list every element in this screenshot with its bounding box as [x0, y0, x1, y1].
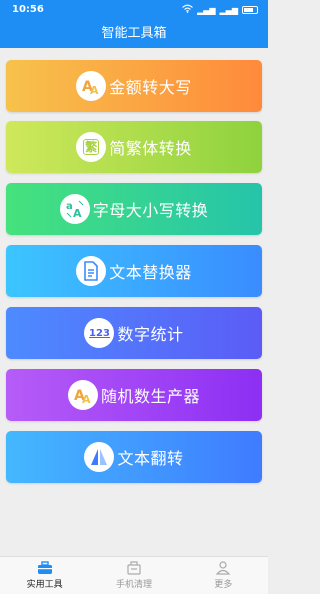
- tool-label: 简繁体转换: [109, 139, 192, 158]
- bottom-tab-bar: 实用工具 手机清理 更多: [0, 556, 268, 594]
- random-number-icon: AA: [67, 380, 98, 410]
- tool-card-text-replace[interactable]: 文本替换器: [6, 245, 262, 297]
- toolbox-icon: [37, 561, 52, 574]
- svg-text:A: A: [82, 393, 91, 406]
- tab-label: 更多: [214, 580, 233, 590]
- person-icon: [216, 561, 231, 575]
- tool-card-money-uppercase[interactable]: AA 金额转大写: [6, 60, 262, 112]
- money-uppercase-icon: AA: [76, 71, 107, 101]
- app-header: 10:56 ▂▄▆ ▂▄▆ 智能工具箱: [0, 0, 268, 48]
- text-flip-icon: [84, 442, 115, 472]
- status-bar: 10:56 ▂▄▆ ▂▄▆: [0, 0, 268, 20]
- tool-label: 字母大小写转换: [92, 201, 209, 220]
- tool-card-letter-case[interactable]: aA 字母大小写转换: [6, 183, 262, 235]
- cleanup-icon: [127, 561, 141, 575]
- signal-icon: ▂▄▆: [197, 5, 216, 15]
- svg-text:A: A: [90, 84, 99, 97]
- tab-label: 实用工具: [26, 580, 63, 590]
- tool-label: 文本替换器: [109, 263, 192, 282]
- simplified-traditional-icon: 繁: [76, 132, 107, 162]
- tab-label: 手机清理: [115, 580, 152, 590]
- tab-phone-cleanup[interactable]: 手机清理: [89, 557, 178, 594]
- tool-label: 金额转大写: [109, 78, 192, 97]
- svg-text:a: a: [66, 201, 73, 212]
- status-time: 10:56: [12, 4, 44, 15]
- battery-icon: [242, 6, 258, 14]
- icon-glyph: 繁: [83, 139, 100, 155]
- letter-case-icon: aA: [59, 194, 90, 224]
- tool-card-simplified-traditional[interactable]: 繁 简繁体转换: [6, 121, 262, 173]
- page-title: 智能工具箱: [101, 26, 167, 41]
- svg-text:A: A: [73, 207, 82, 220]
- icon-glyph: 123: [89, 327, 110, 339]
- tab-utility-tools[interactable]: 实用工具: [0, 557, 89, 594]
- tool-label: 文本翻转: [117, 449, 184, 468]
- tool-label: 数字统计: [117, 325, 184, 344]
- number-count-icon: 123: [84, 318, 115, 348]
- tool-card-random-number[interactable]: AA 随机数生产器: [6, 369, 262, 421]
- text-replace-icon: [76, 256, 107, 286]
- tool-card-number-count[interactable]: 123 数字统计: [6, 307, 262, 359]
- signal-2-icon: ▂▄▆: [219, 5, 238, 15]
- tool-card-text-flip[interactable]: 文本翻转: [6, 431, 262, 483]
- tab-more[interactable]: 更多: [179, 557, 268, 594]
- tool-label: 随机数生产器: [100, 387, 200, 406]
- wifi-icon: [182, 4, 193, 16]
- status-icons: ▂▄▆ ▂▄▆: [182, 4, 258, 16]
